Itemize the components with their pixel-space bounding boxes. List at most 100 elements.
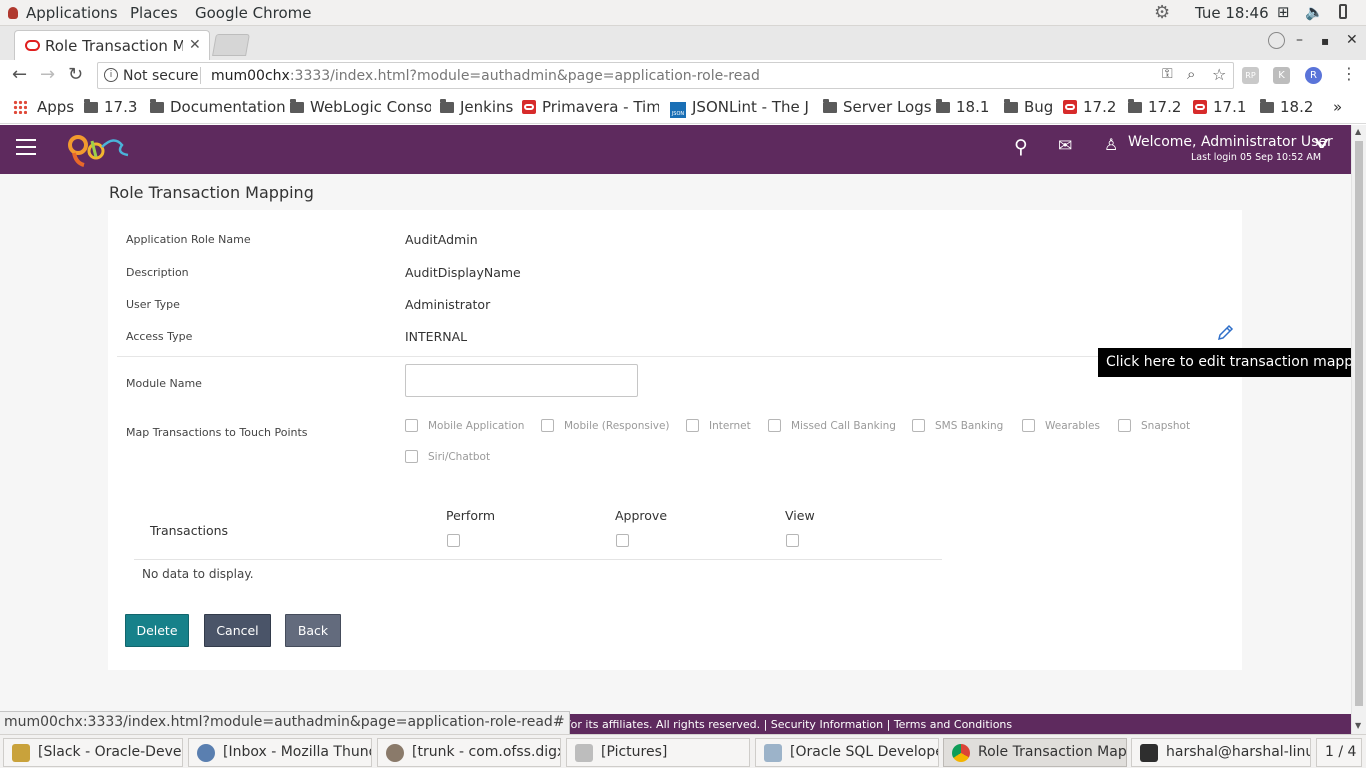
browser-tab-active[interactable]: Role Transaction Ma ✕ (14, 30, 210, 60)
touchpoint-checkbox[interactable] (1022, 419, 1035, 432)
folder-icon (150, 99, 164, 113)
footer-text[interactable]: e and/or its affiliates. All rights rese… (536, 718, 1012, 731)
bookmark-item[interactable]: 18.2 (1260, 98, 1313, 116)
search-icon[interactable]: ⚲ (1014, 136, 1028, 158)
bookmarks-overflow-icon[interactable]: » (1333, 98, 1342, 116)
taskbar-label: [Pictures] (601, 744, 668, 760)
delete-button[interactable]: Delete (125, 614, 189, 647)
bookmark-item[interactable]: WebLogic Conso (290, 98, 431, 116)
taskbar-item-eclipse[interactable]: [trunk - com.ofss.digx.... (377, 738, 561, 767)
folder-icon (936, 99, 950, 113)
bank-logo-icon[interactable] (66, 131, 132, 167)
touchpoint-checkbox[interactable] (768, 419, 781, 432)
window-close-icon[interactable]: ✕ (1346, 32, 1358, 48)
bookmark-item[interactable]: 18.1 (936, 98, 989, 116)
bookmark-item[interactable]: 17.3 (84, 98, 137, 116)
taskbar-item-thunderbird[interactable]: [Inbox - Mozilla Thund... (188, 738, 372, 767)
welcome-text[interactable]: Welcome, Administrator User (1128, 134, 1333, 150)
slack-icon (12, 744, 30, 762)
not-secure-label: Not secure (123, 68, 199, 84)
back-arrow-icon[interactable]: ← (12, 64, 27, 85)
extension-rp-icon[interactable]: RP (1242, 67, 1259, 84)
taskbar-item-terminal[interactable]: harshal@harshal-linux:~ (1131, 738, 1311, 767)
bookmark-star-icon[interactable]: ☆ (1212, 65, 1226, 84)
bookmark-apps[interactable]: Apps (13, 98, 74, 116)
bookmark-item[interactable]: 17.1 (1193, 98, 1246, 116)
battery-icon[interactable] (1339, 4, 1347, 23)
places-menu[interactable]: Places (130, 4, 178, 22)
network-gear-icon[interactable]: ⚙ (1154, 2, 1170, 23)
extension-k-icon[interactable]: K (1273, 67, 1290, 84)
touchpoint-checkbox[interactable] (541, 419, 554, 432)
page-scrollbar[interactable]: ▲ ▼ (1351, 125, 1366, 734)
taskbar-item-sql-developer[interactable]: [Oracle SQL Developer... (755, 738, 939, 767)
minimize-icon[interactable]: – (1296, 32, 1303, 48)
gnome-foot-icon (8, 7, 18, 19)
taskbar-item-chrome[interactable]: Role Transaction Mapp... (943, 738, 1127, 767)
perform-select-all-checkbox[interactable] (447, 534, 460, 547)
folder-icon (440, 99, 454, 113)
touchpoint-checkbox[interactable] (405, 450, 418, 463)
url-text[interactable]: mum00chx:3333/index.html?module=authadmi… (211, 68, 760, 84)
extension-r-icon[interactable]: R (1305, 67, 1322, 84)
bookmark-item[interactable]: 17.2 (1128, 98, 1181, 116)
key-icon[interactable]: ⚿ (1162, 66, 1173, 82)
info-icon[interactable]: i (104, 68, 118, 82)
new-tab-button[interactable] (212, 34, 250, 56)
touchpoint-label: Snapshot (1141, 420, 1191, 432)
approve-select-all-checkbox[interactable] (616, 534, 629, 547)
touchpoint-checkbox[interactable] (686, 419, 699, 432)
cancel-button[interactable]: Cancel (204, 614, 271, 647)
bookmark-item[interactable]: Server Logs (823, 98, 932, 116)
mail-icon[interactable]: ✉ (1058, 136, 1072, 156)
taskbar-item-slack[interactable]: [Slack - Oracle-Develo... (3, 738, 183, 767)
bookmark-item[interactable]: JSON JSONLint - The J (670, 98, 811, 118)
touchpoint-label: Missed Call Banking (791, 420, 896, 432)
scrollbar-thumb[interactable] (1355, 141, 1363, 706)
volume-icon[interactable]: 🔈 (1305, 3, 1324, 21)
zoom-icon[interactable]: ⌕ (1187, 65, 1195, 83)
touchpoint-checkbox[interactable] (405, 419, 418, 432)
user-icon[interactable]: ♙ (1104, 135, 1118, 154)
reload-icon[interactable]: ↻ (68, 64, 83, 85)
bookmark-item[interactable]: Bug (1004, 98, 1053, 116)
address-bar[interactable]: i Not secure mum00chx:3333/index.html?mo… (97, 62, 1234, 89)
back-button[interactable]: Back (285, 614, 341, 647)
content-area: Role Transaction Mapping Application Rol… (0, 174, 1351, 714)
forward-arrow-icon[interactable]: → (40, 64, 55, 85)
taskbar-item-pictures[interactable]: [Pictures] (566, 738, 750, 767)
clock[interactable]: Tue 18:46 (1195, 4, 1269, 22)
module-name-input[interactable] (405, 364, 638, 397)
network-icon[interactable]: ⊞ (1277, 3, 1290, 21)
bookmark-label: 17.1 (1213, 98, 1247, 116)
url-host: mum00chx (211, 68, 290, 84)
bookmark-item[interactable]: Primavera - Time (522, 98, 659, 116)
edit-pencil-icon[interactable] (1216, 324, 1234, 342)
taskbar-label: Role Transaction Mapp... (978, 744, 1127, 760)
field-label: Application Role Name (126, 233, 251, 246)
maximize-icon[interactable]: ▪ (1321, 34, 1329, 48)
touchpoint-label: SMS Banking (935, 420, 1004, 432)
chevron-down-icon[interactable]: v (1314, 133, 1329, 152)
active-app-menu[interactable]: Google Chrome (195, 4, 312, 22)
workspace-switcher[interactable]: 1 / 4 (1316, 738, 1362, 767)
view-select-all-checkbox[interactable] (786, 534, 799, 547)
oracle-icon (1193, 100, 1207, 114)
bookmark-item[interactable]: Documentation (150, 98, 286, 116)
scroll-up-icon[interactable]: ▲ (1355, 127, 1361, 136)
touchpoint-checkbox[interactable] (912, 419, 925, 432)
folder-icon (823, 99, 837, 113)
bookmark-label: Apps (37, 98, 75, 116)
taskbar-label: [trunk - com.ofss.digx.... (412, 744, 560, 760)
profile-icon[interactable] (1268, 32, 1285, 49)
bookmark-label: Server Logs (843, 98, 932, 116)
touchpoint-checkbox[interactable] (1118, 419, 1131, 432)
bookmark-item[interactable]: 17.2 (1063, 98, 1116, 116)
chrome-menu-icon[interactable]: ⋮ (1341, 64, 1357, 83)
applications-menu[interactable]: Applications (8, 4, 118, 22)
bookmark-item[interactable]: Jenkins (440, 98, 513, 116)
scroll-down-icon[interactable]: ▼ (1355, 721, 1361, 730)
folder-icon (290, 99, 304, 113)
tab-close-icon[interactable]: ✕ (189, 37, 201, 53)
field-label: Access Type (126, 330, 193, 343)
